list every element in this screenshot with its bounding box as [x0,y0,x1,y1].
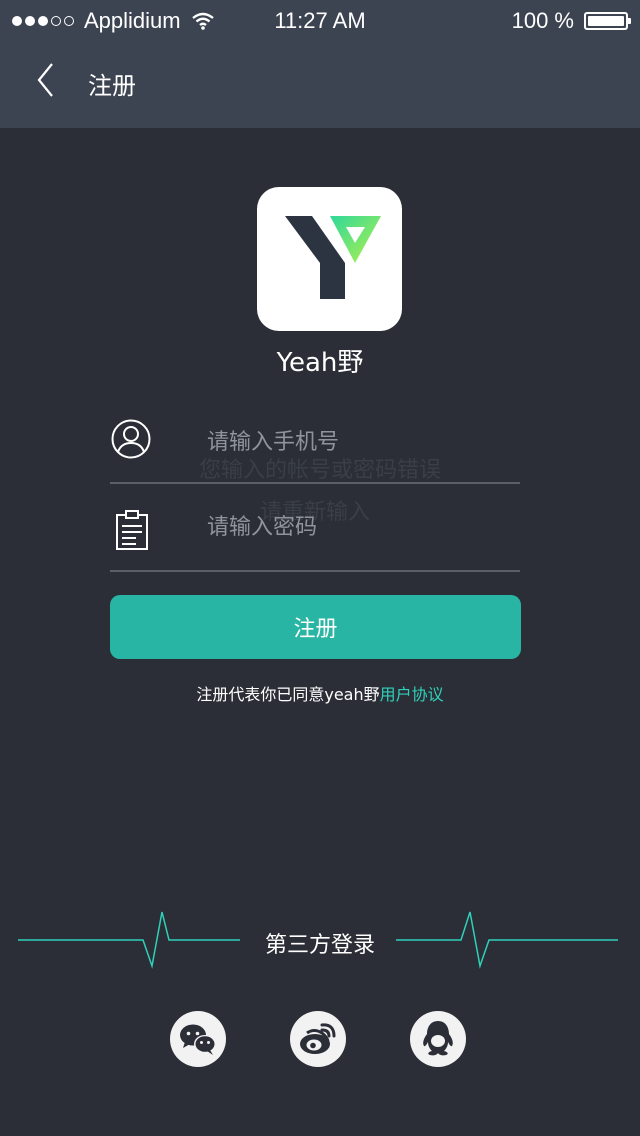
agreement-text: 注册代表你已同意yeah野用户协议 [0,681,640,705]
weibo-login-button[interactable] [290,1011,346,1067]
page-title: 注册 [88,72,136,100]
wechat-icon [180,1024,216,1055]
register-button[interactable]: 注册 [110,595,521,659]
agreement-prefix: 注册代表你已同意yeah野 [196,685,380,704]
app-name: Yeah野 [276,348,364,378]
battery-icon [584,12,631,30]
qq-icon [423,1021,453,1056]
pulse-line-right-icon [396,911,618,969]
password-input[interactable] [207,510,507,544]
yeah-logo-icon [285,216,381,299]
back-arrow-icon [37,63,53,97]
battery-percent: 100 % [511,8,574,33]
nav-bar: 注册 [0,40,640,128]
clipboard-icon [116,510,148,550]
password-divider [110,570,520,572]
qq-login-button[interactable] [410,1011,466,1067]
error-message-line1: 您输入的帐号或密码错误 [198,458,441,483]
user-agreement-link[interactable]: 用户协议 [380,685,444,704]
back-button[interactable] [26,58,66,102]
weibo-icon [300,1023,336,1054]
status-right: 100 % [511,8,631,34]
status-bar: Applidium 11:27 AM 100 % [0,0,640,40]
wechat-login-button[interactable] [170,1011,226,1067]
app-logo [257,187,402,331]
